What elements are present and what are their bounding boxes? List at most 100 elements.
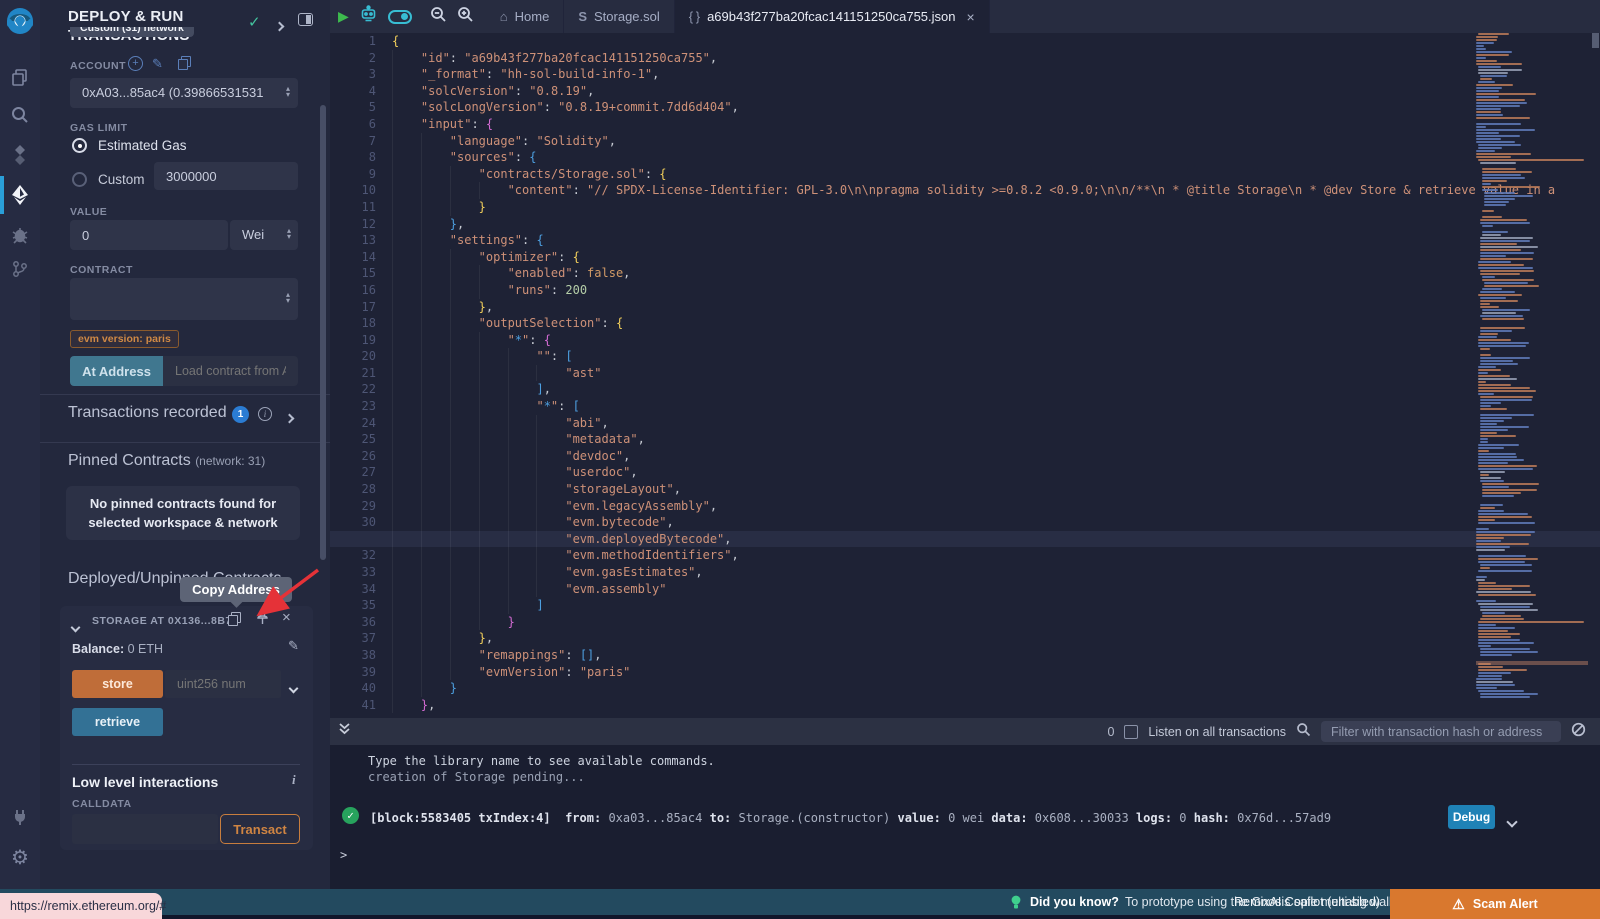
code-line[interactable]: "abi", (392, 415, 1600, 432)
create-account-icon[interactable]: + (128, 56, 143, 71)
code-line[interactable]: } (392, 680, 1600, 697)
search-icon[interactable] (0, 98, 40, 132)
code-line[interactable]: "remappings": [], (392, 647, 1600, 664)
custom-gas-input[interactable] (154, 162, 298, 190)
code-line[interactable]: "runs": 200 (392, 282, 1600, 299)
remove-contract-icon[interactable]: × (282, 609, 291, 626)
zoom-in-icon[interactable] (457, 6, 474, 28)
file-explorer-icon[interactable] (0, 60, 40, 94)
code-line[interactable]: "input": { (392, 116, 1600, 133)
code-line[interactable]: "language": "Solidity", (392, 133, 1600, 150)
store-input[interactable] (165, 670, 281, 698)
retrieve-button[interactable]: retrieve (72, 708, 163, 736)
contract-collapse-chevron[interactable] (72, 618, 79, 636)
copilot-toggle[interactable] (388, 10, 412, 24)
copy-address-icon[interactable] (228, 612, 239, 624)
code-line[interactable]: "evmVersion": "paris" (392, 664, 1600, 681)
code-line[interactable]: "outputSelection": { (392, 315, 1600, 332)
at-address-input[interactable] (163, 356, 298, 386)
code-line[interactable]: "evm.legacyAssembly", (392, 498, 1600, 515)
code-line[interactable]: "_format": "hh-sol-build-info-1", (392, 66, 1600, 83)
code-line[interactable]: "solcVersion": "0.8.19", (392, 83, 1600, 100)
remix-logo[interactable] (4, 6, 36, 38)
tab-storage-sol[interactable]: S Storage.sol (564, 0, 674, 33)
code-line[interactable]: "ast" (392, 365, 1600, 382)
code-line[interactable]: "*": [ (392, 398, 1600, 415)
terminal-prompt[interactable]: > (340, 847, 347, 863)
custom-gas-radio[interactable] (72, 172, 87, 187)
zoom-out-icon[interactable] (430, 6, 447, 28)
custom-gas-option[interactable]: Custom (98, 172, 145, 187)
code-line[interactable]: "contracts/Storage.sol": { (392, 166, 1600, 183)
edit-account-icon[interactable]: ✎ (152, 56, 163, 72)
code-line[interactable]: "userdoc", (392, 464, 1600, 481)
code-line[interactable]: "storageLayout", (392, 481, 1600, 498)
code-line[interactable]: }, (392, 216, 1600, 233)
value-input[interactable] (70, 220, 228, 250)
settings-gear-icon[interactable]: ⚙ (0, 840, 40, 874)
code-line[interactable]: } (392, 614, 1600, 631)
store-expand-chevron[interactable] (290, 679, 297, 697)
low-level-info-icon[interactable]: i (292, 772, 296, 788)
clear-terminal-icon[interactable] (1571, 722, 1586, 742)
editor-scrollbar[interactable] (1592, 33, 1599, 48)
transactions-info-icon[interactable]: i (258, 407, 272, 421)
listen-all-checkbox[interactable] (1124, 725, 1138, 739)
ai-copilot-robot-icon[interactable] (359, 5, 378, 28)
code-line[interactable]: "evm.assembly" (392, 581, 1600, 598)
code-line[interactable]: "enabled": false, (392, 265, 1600, 282)
estimated-gas-radio[interactable] (72, 138, 87, 153)
minimap[interactable] (1476, 33, 1588, 700)
plugin-manager-icon[interactable] (0, 800, 40, 834)
pin-contract-icon[interactable] (256, 610, 269, 630)
code-line[interactable]: } (392, 199, 1600, 216)
code-line[interactable]: "sources": { (392, 149, 1600, 166)
copilot-status[interactable]: RemixAI Copilot (enabled) (1234, 895, 1380, 909)
terminal-filter-input[interactable] (1321, 721, 1561, 742)
code-line[interactable]: }, (392, 630, 1600, 647)
panel-scrollbar[interactable] (320, 105, 326, 560)
code-line[interactable]: }, (392, 299, 1600, 316)
code-line[interactable]: "optimizer": { (392, 249, 1600, 266)
debugger-icon[interactable] (0, 218, 40, 252)
code-line[interactable]: "": [ (392, 348, 1600, 365)
code-line[interactable]: "metadata", (392, 431, 1600, 448)
estimated-gas-option[interactable]: Estimated Gas (98, 138, 187, 153)
tx-log-line[interactable]: [block:5583405 txIndex:4] from: 0xa03...… (370, 810, 1331, 826)
tab-home[interactable]: ⌂ Home (486, 0, 565, 33)
code-line[interactable]: ], (392, 381, 1600, 398)
code-line[interactable]: "evm.methodIdentifiers", (392, 547, 1600, 564)
solidity-compiler-icon[interactable] (0, 138, 40, 172)
tx-expand-chevron[interactable] (1508, 811, 1516, 830)
code-line[interactable]: { (392, 33, 1600, 50)
calldata-input[interactable] (72, 814, 218, 844)
value-unit-select[interactable]: Wei ▴▾ (230, 220, 298, 250)
code-line[interactable]: ] (392, 597, 1600, 614)
code-line[interactable]: "id": "a69b43f277ba20fcac141151250ca755"… (392, 50, 1600, 67)
panel-next-chevron-icon[interactable] (276, 17, 283, 35)
scam-alert-button[interactable]: ⚠ Scam Alert (1390, 889, 1600, 919)
code-line[interactable]: }, (392, 697, 1600, 714)
code-line[interactable]: "evm.bytecode", (392, 514, 1600, 531)
code-line[interactable]: "settings": { (392, 232, 1600, 249)
close-tab-icon[interactable]: × (967, 9, 975, 25)
terminal-content[interactable]: Type the library name to see available c… (330, 745, 1600, 889)
edit-balance-icon[interactable]: ✎ (288, 638, 299, 654)
contract-instance-label[interactable]: STORAGE AT 0X136...8B78 (92, 615, 238, 627)
at-address-button[interactable]: At Address (70, 356, 163, 386)
code-line[interactable]: "devdoc", (392, 448, 1600, 465)
copy-account-icon[interactable] (178, 56, 189, 68)
code-line[interactable]: "evm.gasEstimates", (392, 564, 1600, 581)
deploy-run-icon[interactable] (0, 178, 40, 212)
code-line[interactable]: "content": "// SPDX-License-Identifier: … (392, 182, 1600, 199)
code-line[interactable]: "solcLongVersion": "0.8.19+commit.7dd6d4… (392, 99, 1600, 116)
code-line[interactable]: "evm.deployedBytecode", (330, 531, 1600, 548)
pin-panel-icon[interactable] (298, 13, 313, 26)
editor-lines[interactable]: {"id": "a69b43f277ba20fcac141151250ca755… (392, 33, 1600, 713)
tab-json-active[interactable]: { } a69b43f277ba20fcac141151250ca755.jso… (675, 0, 990, 33)
transactions-expand-chevron[interactable] (286, 409, 293, 427)
contract-select[interactable]: ▴▾ (70, 278, 298, 320)
store-button[interactable]: store (72, 670, 163, 698)
git-icon[interactable] (0, 252, 40, 286)
transact-button[interactable]: Transact (220, 814, 300, 844)
